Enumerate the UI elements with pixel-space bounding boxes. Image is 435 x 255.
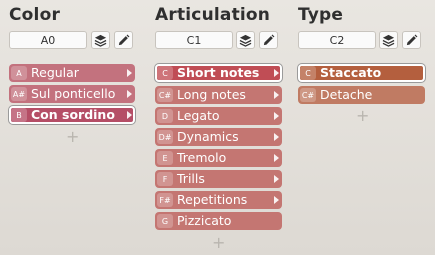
- item-label: Short notes: [177, 65, 260, 80]
- item-label: Con sordino: [31, 107, 115, 122]
- key-badge: E: [157, 151, 173, 165]
- item-label: Staccato: [320, 65, 382, 80]
- item-label: Repetitions: [177, 192, 248, 207]
- edit-button[interactable]: [259, 31, 278, 49]
- key-field[interactable]: C1: [155, 31, 233, 49]
- add-item-button[interactable]: +: [356, 108, 369, 124]
- list-item[interactable]: F Trills: [155, 170, 282, 188]
- add-item-button[interactable]: +: [66, 129, 79, 145]
- edit-button[interactable]: [402, 31, 421, 49]
- item-label: Sul ponticello: [31, 86, 116, 101]
- add-item-button[interactable]: +: [212, 235, 225, 251]
- key-badge: F: [157, 172, 173, 186]
- item-label: Tremolo: [177, 150, 227, 165]
- expand-arrow-icon[interactable]: [274, 91, 279, 99]
- list-item[interactable]: C# Long notes: [155, 86, 282, 104]
- list-item[interactable]: D Legato: [155, 107, 282, 125]
- column-title: Articulation: [155, 5, 271, 25]
- layers-icon: [382, 34, 395, 47]
- layers-icon: [94, 34, 107, 47]
- pencil-icon: [406, 34, 418, 45]
- list-item-selected[interactable]: C Staccato: [298, 64, 425, 82]
- expand-arrow-icon[interactable]: [274, 112, 279, 120]
- item-label: Legato: [177, 108, 220, 123]
- item-label: Pizzicato: [177, 213, 232, 228]
- item-label: Long notes: [177, 87, 246, 102]
- key-badge: D: [157, 109, 173, 123]
- list-item[interactable]: A Regular: [9, 64, 135, 82]
- key-badge: A#: [11, 87, 27, 101]
- item-label: Detache: [320, 87, 373, 102]
- item-label: Trills: [177, 171, 205, 186]
- column-title: Type: [298, 5, 344, 25]
- pencil-icon: [118, 34, 130, 45]
- key-badge: C: [300, 66, 316, 80]
- list-item[interactable]: A# Sul ponticello: [9, 85, 135, 103]
- edit-button[interactable]: [114, 31, 133, 49]
- key-badge: D#: [157, 130, 173, 144]
- key-badge: G: [157, 214, 173, 228]
- list-item-selected[interactable]: C Short notes: [155, 64, 282, 82]
- key-badge: C#: [157, 88, 173, 102]
- layers-button[interactable]: [91, 31, 110, 49]
- key-field[interactable]: C2: [298, 31, 376, 49]
- expand-arrow-icon[interactable]: [274, 154, 279, 162]
- item-label: Regular: [31, 65, 79, 80]
- list-item[interactable]: F# Repetitions: [155, 191, 282, 209]
- expand-arrow-icon[interactable]: [274, 69, 279, 77]
- expand-arrow-icon[interactable]: [274, 196, 279, 204]
- expand-arrow-icon[interactable]: [127, 111, 132, 119]
- expand-arrow-icon[interactable]: [127, 69, 132, 77]
- key-badge: B: [11, 108, 27, 122]
- pencil-icon: [263, 34, 275, 45]
- expand-arrow-icon[interactable]: [274, 175, 279, 183]
- list-item-selected[interactable]: B Con sordino: [9, 106, 135, 124]
- item-label: Dynamics: [177, 129, 239, 144]
- list-item[interactable]: E Tremolo: [155, 149, 282, 167]
- key-badge: A: [11, 66, 27, 80]
- list-item[interactable]: D# Dynamics: [155, 128, 282, 146]
- column-title: Color: [9, 5, 61, 25]
- list-item[interactable]: G Pizzicato: [155, 212, 282, 230]
- key-badge: F#: [157, 193, 173, 207]
- expand-arrow-icon[interactable]: [274, 133, 279, 141]
- key-field[interactable]: A0: [9, 31, 87, 49]
- key-badge: C: [157, 66, 173, 80]
- expand-arrow-icon[interactable]: [127, 90, 132, 98]
- list-item[interactable]: C# Detache: [298, 86, 425, 104]
- layers-button[interactable]: [236, 31, 255, 49]
- layers-button[interactable]: [379, 31, 398, 49]
- layers-icon: [239, 34, 252, 47]
- key-badge: C#: [300, 88, 316, 102]
